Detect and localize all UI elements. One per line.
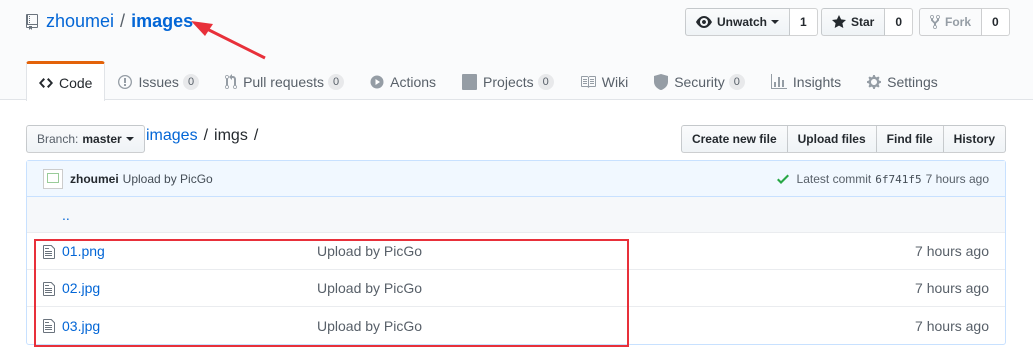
file-age: 7 hours ago: [915, 280, 989, 296]
avatar[interactable]: [43, 168, 63, 189]
tab-issues[interactable]: Issues 0: [105, 61, 212, 101]
history-button[interactable]: History: [943, 125, 1006, 153]
branch-label: Branch:: [37, 132, 79, 146]
check-icon: [776, 174, 789, 184]
tab-insights[interactable]: Insights: [758, 61, 854, 101]
tab-insights-label: Insights: [792, 73, 842, 90]
file-navigation: Create new file Upload files Find file H…: [680, 125, 1006, 153]
breadcrumb-current-folder: imgs: [214, 127, 248, 144]
file-age: 7 hours ago: [915, 243, 989, 259]
breadcrumb-separator: /: [203, 127, 209, 144]
issue-icon: [118, 74, 133, 89]
book-icon: [580, 75, 596, 88]
tab-pull-requests[interactable]: Pull requests 0: [212, 61, 357, 101]
issues-counter: 0: [182, 73, 200, 90]
annotation-arrow: [191, 21, 266, 60]
watch-count[interactable]: 1: [790, 8, 818, 36]
up-directory-row[interactable]: ..: [27, 197, 1005, 233]
fork-group: Fork 0: [919, 8, 1010, 36]
repo-name-link[interactable]: images: [131, 11, 193, 32]
security-counter: 0: [728, 73, 745, 90]
unwatch-button[interactable]: Unwatch: [685, 8, 791, 36]
tab-projects[interactable]: Projects 0: [449, 61, 567, 101]
tab-projects-label: Projects: [483, 73, 534, 90]
star-count[interactable]: 0: [885, 8, 914, 36]
unwatch-label: Unwatch: [717, 15, 768, 29]
tab-wiki-label: Wiki: [601, 73, 629, 90]
pulls-counter: 0: [328, 73, 345, 90]
repo-icon: [26, 13, 38, 30]
star-label: Star: [851, 15, 875, 29]
fork-icon: [930, 14, 940, 30]
annotation-highlight-box: [34, 239, 629, 347]
chevron-down-icon: [771, 20, 780, 24]
tab-pull-requests-label: Pull requests: [243, 73, 324, 90]
watch-group: Unwatch 1: [685, 8, 818, 36]
code-icon: [39, 77, 53, 88]
tab-issues-label: Issues: [138, 73, 179, 90]
tab-settings[interactable]: Settings: [854, 61, 951, 101]
play-icon: [370, 75, 384, 88]
create-new-file-button[interactable]: Create new file: [680, 125, 788, 153]
tab-security-label: Security: [674, 73, 725, 90]
breadcrumb: images / imgs /: [146, 127, 264, 145]
file-age: 7 hours ago: [915, 317, 989, 334]
fork-count[interactable]: 0: [982, 8, 1010, 36]
star-group: Star 0: [821, 8, 914, 36]
projects-counter: 0: [537, 73, 554, 90]
repo-title: zhoumei / images: [26, 11, 193, 32]
repo-nav: Code Issues 0 Pull requests 0 Actions Pr…: [26, 61, 951, 101]
fork-label: Fork: [945, 15, 972, 29]
breadcrumb-repo-link[interactable]: images: [146, 127, 198, 145]
gear-icon: [867, 74, 882, 89]
shield-icon: [654, 73, 669, 90]
commit-tease: zhoumei Upload by PicGo Latest commit 6f…: [27, 161, 1005, 197]
repo-owner-link[interactable]: zhoumei: [46, 11, 114, 32]
latest-commit-label: Latest commit: [796, 172, 872, 186]
tab-actions-label: Actions: [390, 73, 437, 90]
commit-age: 7 hours ago: [925, 172, 989, 186]
eye-icon: [696, 16, 712, 28]
project-icon: [462, 73, 478, 90]
repo-separator: /: [120, 11, 126, 31]
tab-code[interactable]: Code: [26, 61, 106, 101]
tab-actions[interactable]: Actions: [357, 61, 449, 101]
commit-message[interactable]: Upload by PicGo: [123, 172, 213, 186]
up-directory-link[interactable]: ..: [62, 207, 70, 223]
pull-request-icon: [225, 73, 238, 89]
tab-code-label: Code: [59, 74, 93, 91]
chevron-down-icon: [125, 137, 134, 141]
tab-wiki[interactable]: Wiki: [567, 61, 641, 101]
repo-header: zhoumei / images Unwatch 1 Star 0 Fork 0…: [0, 0, 1033, 101]
latest-commit-info: Latest commit 6f741f5 7 hours ago: [776, 161, 989, 197]
fork-button[interactable]: Fork: [919, 8, 983, 36]
breadcrumb-trailing-separator: /: [253, 127, 259, 144]
tab-settings-label: Settings: [887, 73, 938, 90]
branch-value: master: [82, 132, 122, 146]
star-button[interactable]: Star: [821, 8, 886, 36]
star-icon: [832, 15, 846, 28]
upload-files-button[interactable]: Upload files: [787, 125, 877, 153]
graph-icon: [770, 73, 787, 89]
find-file-button[interactable]: Find file: [876, 125, 944, 153]
commit-author[interactable]: zhoumei: [70, 172, 119, 186]
commit-sha[interactable]: 6f741f5: [875, 173, 921, 186]
branch-selector[interactable]: Branch: master: [26, 125, 145, 153]
tab-security[interactable]: Security 0: [641, 61, 758, 101]
